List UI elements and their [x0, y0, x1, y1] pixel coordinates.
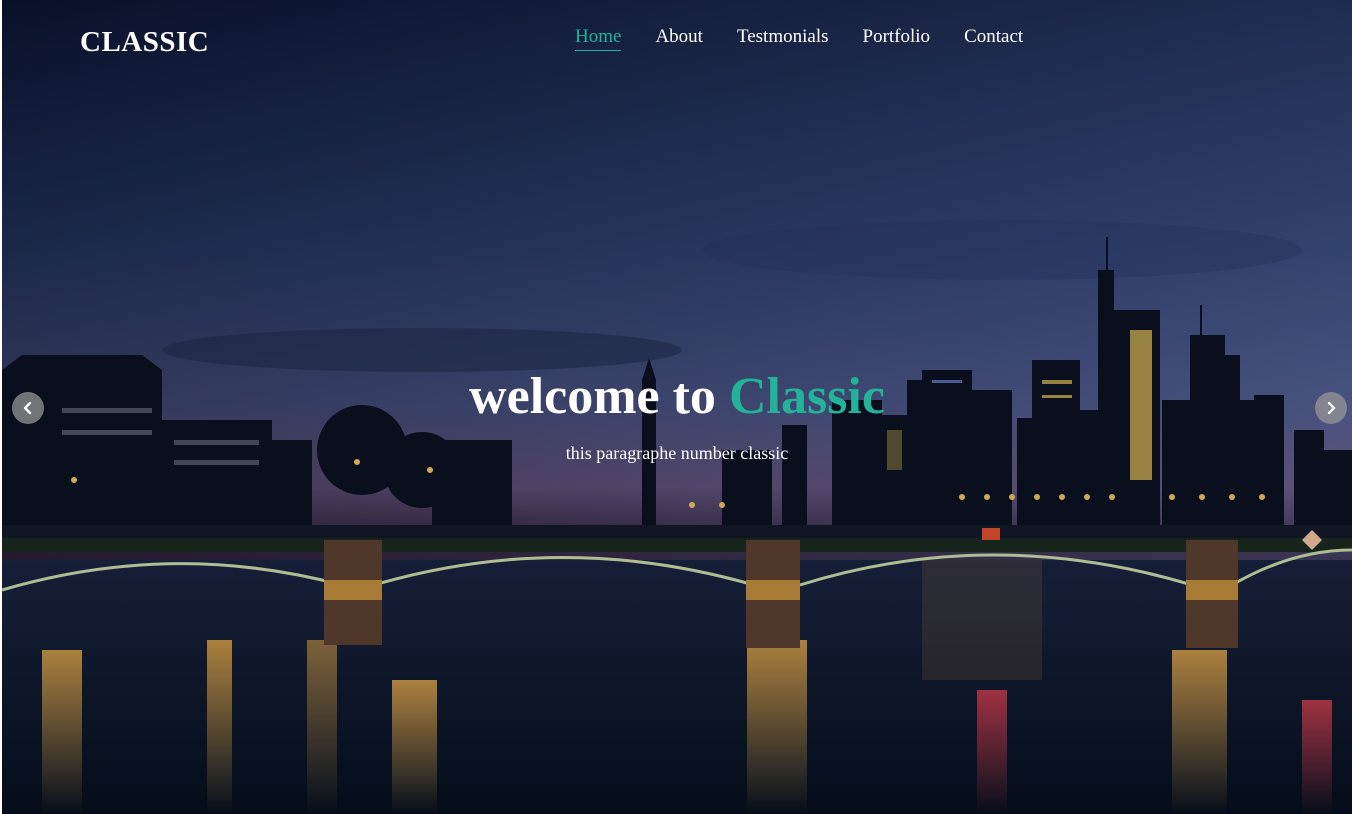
carousel-next-button[interactable]: [1315, 392, 1347, 424]
nav-link-testimonials[interactable]: Testmonials: [737, 26, 829, 50]
nav-item-home: Home: [575, 26, 622, 51]
hero-title-accent: Classic: [728, 368, 885, 425]
navbar: CLASSIC Home About Testmonials Portfolio…: [2, 0, 1352, 80]
chevron-left-icon: [23, 401, 32, 415]
nav-item-portfolio: Portfolio: [863, 26, 931, 51]
hero-title-prefix: welcome to: [469, 368, 729, 425]
nav-link-contact[interactable]: Contact: [964, 26, 1023, 50]
nav-item-testimonials: Testmonials: [737, 26, 829, 51]
hero-title: welcome to Classic: [2, 368, 1352, 425]
nav-link-home[interactable]: Home: [575, 26, 622, 51]
nav-item-about: About: [655, 26, 703, 51]
hero-content: welcome to Classic this paragraphe numbe…: [2, 368, 1352, 464]
nav-link-about[interactable]: About: [655, 26, 703, 50]
nav-link-portfolio[interactable]: Portfolio: [863, 26, 931, 50]
chevron-right-icon: [1327, 401, 1336, 415]
nav-item-contact: Contact: [964, 26, 1023, 51]
carousel-prev-button[interactable]: [12, 392, 44, 424]
brand-logo[interactable]: CLASSIC: [80, 26, 209, 59]
hero-subtitle: this paragraphe number classic: [565, 443, 789, 464]
nav-menu: Home About Testmonials Portfolio Contact: [575, 26, 1023, 51]
hero-section: CLASSIC Home About Testmonials Portfolio…: [0, 0, 1352, 814]
